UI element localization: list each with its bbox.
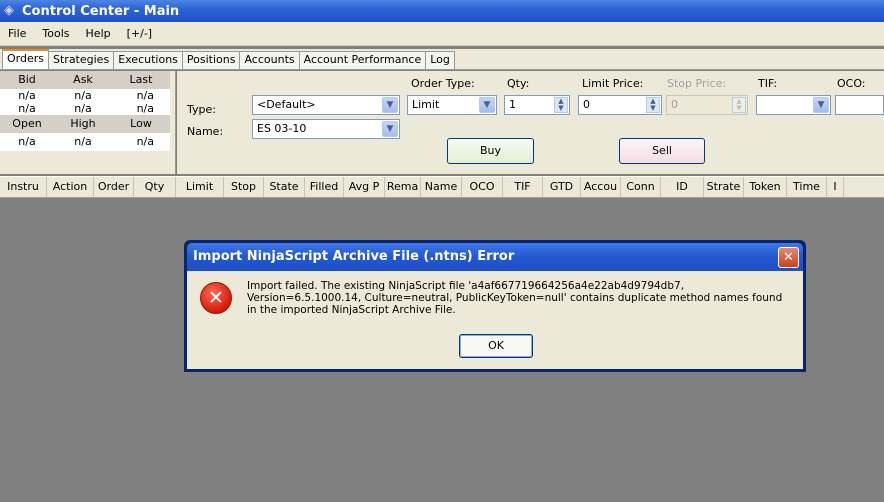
type-label: Type: bbox=[187, 103, 216, 116]
chevron-down-icon[interactable]: ▼ bbox=[382, 97, 398, 113]
tab-accounts[interactable]: Accounts bbox=[239, 51, 300, 69]
column-header[interactable]: State bbox=[264, 177, 305, 197]
menu-bar: File Tools Help [+/-] bbox=[0, 22, 884, 46]
quote-value: n/a bbox=[0, 102, 54, 115]
spinner-icon[interactable]: ▲ ▼ bbox=[646, 97, 660, 113]
quote-header-bid: Bid bbox=[0, 71, 54, 89]
order-entry-panel: Order Type: Qty: Limit Price: Stop Price… bbox=[177, 71, 884, 174]
oco-label: OCO: bbox=[837, 77, 866, 90]
dialog-title-bar: Import NinjaScript Archive File (.ntns) … bbox=[187, 243, 803, 271]
column-header[interactable]: I bbox=[827, 177, 844, 197]
tab-positions[interactable]: Positions bbox=[181, 51, 241, 69]
quote-header-low: Low bbox=[112, 115, 170, 133]
qty-label: Qty: bbox=[507, 77, 530, 90]
tab-executions[interactable]: Executions bbox=[113, 51, 183, 69]
quote-value: n/a bbox=[54, 89, 112, 102]
order-type-select[interactable]: Limit ▼ bbox=[407, 95, 497, 115]
oco-field[interactable] bbox=[835, 95, 884, 115]
tab-strategies[interactable]: Strategies bbox=[48, 51, 115, 69]
column-header[interactable]: Name bbox=[421, 177, 462, 197]
title-bar: ◈ Control Center - Main bbox=[0, 0, 884, 22]
buy-button[interactable]: Buy bbox=[447, 138, 534, 164]
quote-header-open: Open bbox=[0, 115, 54, 133]
column-header[interactable]: Conn bbox=[621, 177, 661, 197]
quote-header-ask: Ask bbox=[54, 71, 112, 89]
stop-price-field[interactable]: 0 ▲ ▼ bbox=[666, 95, 748, 115]
column-header[interactable]: Qty bbox=[134, 177, 176, 197]
quote-value: n/a bbox=[54, 133, 112, 151]
quote-header-high: High bbox=[54, 115, 112, 133]
column-header[interactable]: Order bbox=[94, 177, 134, 197]
column-header[interactable]: ID bbox=[661, 177, 704, 197]
column-header[interactable]: Time bbox=[787, 177, 827, 197]
name-label: Name: bbox=[187, 125, 224, 138]
tab-account-performance[interactable]: Account Performance bbox=[298, 51, 427, 69]
type-select[interactable]: <Default> ▼ bbox=[252, 95, 400, 115]
order-type-value: Limit bbox=[412, 98, 440, 111]
sell-button[interactable]: Sell bbox=[619, 138, 705, 164]
type-select-value: <Default> bbox=[257, 98, 316, 111]
diamond-icon: ◈ bbox=[4, 3, 14, 18]
error-dialog: Import NinjaScript Archive File (.ntns) … bbox=[184, 240, 806, 372]
stop-price-label: Stop Price: bbox=[667, 77, 727, 90]
order-type-label: Order Type: bbox=[411, 77, 475, 90]
dialog-message: Import failed. The existing NinjaScript … bbox=[247, 280, 783, 316]
menu-tools[interactable]: Tools bbox=[34, 27, 77, 40]
qty-value: 1 bbox=[509, 98, 516, 111]
quote-value: n/a bbox=[112, 89, 170, 102]
quote-value: n/a bbox=[0, 133, 54, 151]
limit-price-value: 0 bbox=[583, 98, 590, 111]
chevron-down-icon[interactable]: ▼ bbox=[813, 97, 829, 113]
spinner-icon[interactable]: ▲ ▼ bbox=[732, 97, 746, 113]
column-header[interactable]: OCO bbox=[462, 177, 503, 197]
tab-bar: Orders Strategies Executions Positions A… bbox=[0, 49, 884, 70]
tab-log[interactable]: Log bbox=[425, 51, 455, 69]
tif-label: TIF: bbox=[758, 77, 778, 90]
menu-help[interactable]: Help bbox=[78, 27, 119, 40]
quote-value: n/a bbox=[112, 102, 170, 115]
menu-toggle[interactable]: [+/-] bbox=[119, 27, 160, 40]
tab-orders[interactable]: Orders bbox=[2, 49, 49, 69]
column-header[interactable]: Instru bbox=[0, 177, 47, 197]
name-select-value: ES 03-10 bbox=[257, 122, 307, 135]
quote-value: n/a bbox=[112, 133, 170, 151]
name-select[interactable]: ES 03-10 ▼ bbox=[252, 119, 400, 139]
column-header[interactable]: Token bbox=[744, 177, 787, 197]
ok-button[interactable]: OK bbox=[459, 334, 533, 358]
qty-field[interactable]: 1 ▲ ▼ bbox=[504, 95, 570, 115]
limit-price-label: Limit Price: bbox=[582, 77, 644, 90]
spinner-icon[interactable]: ▲ ▼ bbox=[554, 97, 568, 113]
column-header[interactable]: Rema bbox=[385, 177, 421, 197]
quote-value: n/a bbox=[54, 102, 112, 115]
column-header[interactable]: Action bbox=[47, 177, 94, 197]
chevron-down-icon[interactable]: ▼ bbox=[479, 97, 495, 113]
error-icon: ✕ bbox=[200, 282, 232, 314]
tif-select[interactable]: ▼ bbox=[756, 95, 831, 115]
column-header[interactable]: GTD bbox=[543, 177, 581, 197]
column-header[interactable]: Limit bbox=[176, 177, 224, 197]
column-header[interactable]: Stop bbox=[224, 177, 264, 197]
quote-value: n/a bbox=[0, 89, 54, 102]
quote-panel: Bid Ask Last n/a n/a n/a n/a n/a n/a Ope… bbox=[0, 71, 176, 174]
chevron-down-icon[interactable]: ▼ bbox=[382, 121, 398, 137]
window-title: Control Center - Main bbox=[22, 3, 180, 19]
quote-header-last: Last bbox=[112, 71, 170, 89]
column-header[interactable]: Avg P bbox=[344, 177, 385, 197]
column-header[interactable]: Strate bbox=[704, 177, 744, 197]
stop-price-value: 0 bbox=[671, 98, 678, 111]
limit-price-field[interactable]: 0 ▲ ▼ bbox=[578, 95, 662, 115]
orders-grid-header: Instru Action Order Qty Limit Stop State… bbox=[0, 176, 884, 198]
column-header[interactable]: Accou bbox=[581, 177, 621, 197]
menu-file[interactable]: File bbox=[0, 27, 34, 40]
dialog-body: ✕ Import failed. The existing NinjaScrip… bbox=[187, 271, 803, 369]
column-header[interactable]: Filled bbox=[305, 177, 344, 197]
close-icon[interactable]: ✕ bbox=[778, 247, 799, 268]
column-header[interactable]: TIF bbox=[503, 177, 543, 197]
dialog-title: Import NinjaScript Archive File (.ntns) … bbox=[193, 249, 515, 264]
